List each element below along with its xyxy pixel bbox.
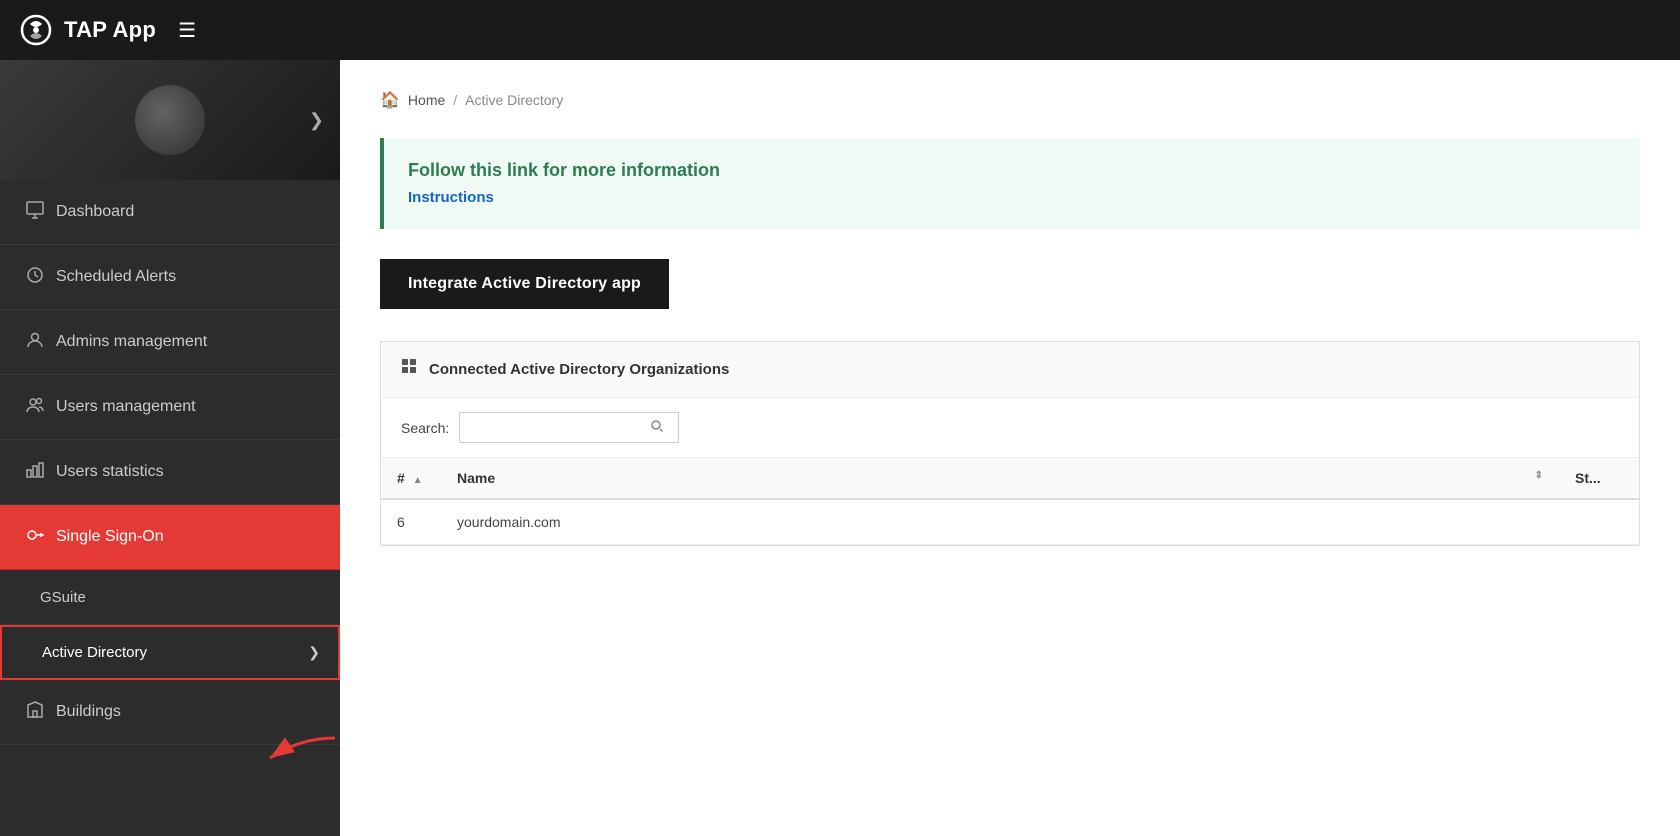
- clock-icon: [24, 265, 46, 290]
- search-input[interactable]: [470, 420, 650, 436]
- sidebar-item-gsuite[interactable]: GSuite: [0, 570, 340, 625]
- breadcrumb-home-link[interactable]: Home: [408, 92, 445, 108]
- sidebar-item-dashboard[interactable]: Dashboard: [0, 180, 340, 245]
- sort-icon: ▲: [413, 475, 423, 486]
- app-title: TAP App: [64, 17, 156, 43]
- sidebar-item-users-management[interactable]: Users management: [0, 375, 340, 440]
- chart-icon: [24, 460, 46, 485]
- sidebar-item-label: Buildings: [56, 703, 121, 721]
- sort-icon-name: ⇕: [1535, 470, 1543, 481]
- sidebar-item-label: Users statistics: [56, 463, 164, 481]
- col-header-num[interactable]: # ▲: [381, 458, 441, 499]
- hamburger-menu[interactable]: ☰: [178, 18, 196, 43]
- sidebar-collapse-button[interactable]: ❯: [309, 110, 324, 131]
- col-header-name[interactable]: Name ⇕: [441, 458, 1559, 499]
- content-area: 🏠 Home / Active Directory Follow this li…: [340, 60, 1680, 836]
- sidebar-item-admins-management[interactable]: Admins management: [0, 310, 340, 375]
- sidebar-item-active-directory[interactable]: Active Directory ❯: [0, 625, 340, 680]
- gsuite-label: GSuite: [40, 589, 86, 606]
- cell-num: 6: [381, 499, 441, 545]
- cell-status: [1559, 499, 1639, 545]
- table-row: 6 yourdomain.com: [381, 499, 1639, 545]
- sidebar-item-label: Admins management: [56, 333, 207, 351]
- grid-icon: [401, 358, 419, 381]
- breadcrumb: 🏠 Home / Active Directory: [380, 90, 1640, 110]
- logo-icon: [18, 12, 54, 48]
- cell-name: yourdomain.com: [441, 499, 1559, 545]
- info-box: Follow this link for more information In…: [380, 138, 1640, 229]
- search-icon: [650, 419, 664, 436]
- sidebar-item-buildings[interactable]: Buildings: [0, 680, 340, 745]
- avatar: [135, 85, 205, 155]
- table-section-title: Connected Active Directory Organizations: [429, 361, 729, 378]
- col-header-status[interactable]: St...: [1559, 458, 1639, 499]
- main-layout: ❯ Dashboard Scheduled Alerts: [0, 60, 1680, 836]
- sidebar-item-users-statistics[interactable]: Users statistics: [0, 440, 340, 505]
- sidebar-item-label: Scheduled Alerts: [56, 268, 176, 286]
- sidebar-nav: Dashboard Scheduled Alerts Admins manage…: [0, 180, 340, 836]
- sidebar-item-label: Single Sign-On: [56, 528, 164, 546]
- chevron-right-icon: ❯: [308, 644, 320, 661]
- users-icon: [24, 395, 46, 420]
- search-input-wrap: [459, 412, 679, 443]
- search-label: Search:: [401, 420, 449, 436]
- sidebar-item-single-sign-on[interactable]: Single Sign-On: [0, 505, 340, 570]
- active-directory-label: Active Directory: [42, 644, 147, 661]
- key-icon: [24, 525, 46, 550]
- sidebar-item-label: Dashboard: [56, 203, 134, 221]
- sidebar-item-scheduled-alerts[interactable]: Scheduled Alerts: [0, 245, 340, 310]
- organizations-table-section: Connected Active Directory Organizations…: [380, 341, 1640, 546]
- search-row: Search:: [381, 398, 1639, 458]
- sidebar-profile: ❯: [0, 60, 340, 180]
- breadcrumb-current: Active Directory: [465, 92, 563, 108]
- admin-icon: [24, 330, 46, 355]
- integrate-button[interactable]: Integrate Active Directory app: [380, 259, 669, 309]
- sidebar-item-label: Users management: [56, 398, 196, 416]
- instructions-link[interactable]: Instructions: [408, 189, 494, 206]
- info-box-title: Follow this link for more information: [408, 160, 1616, 181]
- table-header: Connected Active Directory Organizations: [381, 342, 1639, 398]
- topbar: TAP App ☰: [0, 0, 1680, 60]
- sidebar: ❯ Dashboard Scheduled Alerts: [0, 60, 340, 836]
- building-icon: [24, 700, 46, 725]
- breadcrumb-separator: /: [453, 92, 457, 108]
- app-logo: TAP App: [18, 12, 156, 48]
- home-icon: 🏠: [380, 90, 400, 110]
- organizations-table: # ▲ Name ⇕ St... 6 yourdomain: [381, 458, 1639, 545]
- monitor-icon: [24, 200, 46, 225]
